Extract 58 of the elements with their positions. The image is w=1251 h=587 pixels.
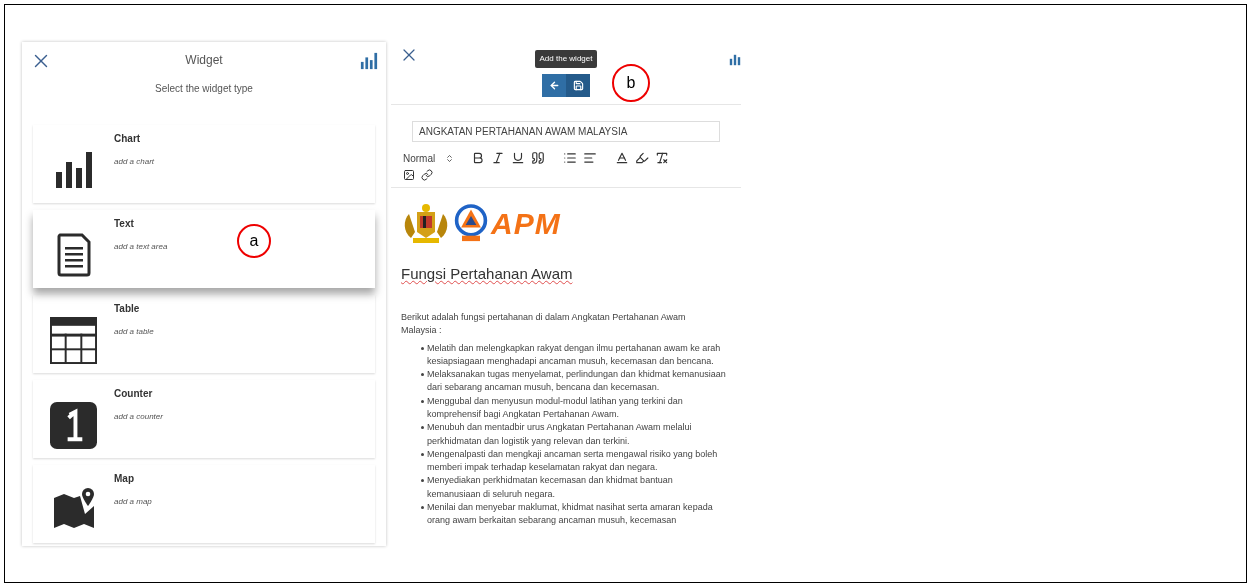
highlight-icon[interactable] bbox=[635, 151, 649, 165]
widget-type-card[interactable]: Chart add a chart bbox=[33, 125, 375, 203]
bullet-icon bbox=[421, 452, 424, 456]
list-icon[interactable] bbox=[563, 151, 577, 165]
widget-type-description: add a chart bbox=[114, 156, 155, 168]
style-select[interactable]: Normal bbox=[403, 150, 465, 166]
image-icon[interactable] bbox=[403, 169, 415, 181]
align-left-icon[interactable] bbox=[583, 151, 597, 165]
dropdown-caret-icon bbox=[445, 153, 455, 163]
clear-format-icon[interactable] bbox=[655, 151, 669, 165]
back-arrow-icon bbox=[548, 80, 560, 91]
bullet-text: Melaksanakan tugas menyelamat, perlindungan dan khidmat kemanusiaan dari sebarang ancaman musuh, bencana dan kecemasan. bbox=[427, 368, 727, 395]
widget-type-card[interactable]: Counter add a counter bbox=[33, 380, 375, 458]
tooltip: Add the widget bbox=[534, 50, 598, 68]
save-icon bbox=[572, 80, 584, 91]
widget-type-description: add a table bbox=[114, 326, 154, 338]
annotation-label: b bbox=[612, 64, 650, 102]
back-button[interactable] bbox=[542, 74, 566, 97]
title-field[interactable]: ANGKATAN PERTAHANAN AWAM MALAYSIA bbox=[412, 121, 720, 142]
logo-text: APM bbox=[491, 209, 561, 239]
widget-type-card[interactable]: Map add a map bbox=[33, 465, 375, 543]
widget-type-title: Table bbox=[114, 302, 141, 316]
bullet-text: Menyediakan perkhidmatan kecemasan dan khidmat bantuan kemanusiaan di seluruh negara. bbox=[427, 474, 674, 501]
widget-type-description: add a text area bbox=[114, 241, 168, 253]
widget-type-title: Text bbox=[114, 217, 135, 231]
bar-chart-icon bbox=[360, 52, 378, 70]
bullet-icon bbox=[421, 479, 424, 483]
widget-type-description: add a map bbox=[114, 496, 152, 508]
widget-type-title: Chart bbox=[114, 132, 142, 146]
table-icon bbox=[50, 316, 97, 364]
bold-icon[interactable] bbox=[471, 151, 485, 165]
bullet-text: Menggubal dan menyusun modul-modul latihan yang terkini dan komprehensif bagi Angkatan Pertahanan Awam. bbox=[427, 394, 684, 421]
bullet-text: Menilai dan menyebar maklumat, khidmat nasihat serta amaran kepada orang awam berkaitan sebarang ancaman musuh, kecemasan bbox=[427, 501, 714, 528]
quote-icon[interactable] bbox=[531, 151, 545, 165]
intro-paragraph: Berikut adalah fungsi pertahanan di dalam Angkatan Pertahanan Awam Malaysia : bbox=[401, 310, 687, 337]
widget-type-title: Map bbox=[114, 472, 135, 486]
bullet-text: Mengenalpasti dan mengkaji ancaman serta mengawal risiko yang boleh memberi impak terhadap keselamatan rakyat dan negara. bbox=[427, 447, 719, 475]
widget-type-description: add a counter bbox=[114, 411, 163, 423]
link-icon[interactable] bbox=[421, 169, 433, 181]
bullet-icon bbox=[421, 399, 424, 403]
bullet-text: Menubuh dan mentadbir urus Angkatan Pertahanan Awam melalui perkhidmatan dan logistik yang relevan dan terkini. bbox=[427, 421, 693, 448]
panel-subtitle: Select the widget type bbox=[155, 82, 253, 96]
bullet-text: Melatih dan melengkapkan rakyat dengan ilmu pertahanan awam ke arah kesiapsiagaan menghadapi ancaman musuh, kecemasan dan bencana. bbox=[427, 341, 722, 368]
bullet-icon bbox=[421, 346, 424, 350]
content-heading: Fungsi Pertahanan Awam bbox=[401, 264, 574, 284]
bullet-icon bbox=[421, 506, 424, 510]
bullet-icon bbox=[421, 373, 424, 377]
number-one-icon bbox=[50, 401, 97, 449]
annotation-label: a bbox=[237, 224, 271, 258]
widget-type-card[interactable]: Table add a table bbox=[33, 295, 375, 373]
underline-icon[interactable] bbox=[511, 151, 525, 165]
document-icon bbox=[55, 233, 92, 277]
italic-icon[interactable] bbox=[491, 151, 505, 165]
save-button[interactable] bbox=[566, 74, 590, 97]
widget-type-title: Counter bbox=[114, 387, 154, 401]
panel-title: Widget bbox=[185, 52, 223, 69]
bullet-icon bbox=[421, 426, 424, 430]
font-color-icon[interactable] bbox=[615, 151, 629, 165]
